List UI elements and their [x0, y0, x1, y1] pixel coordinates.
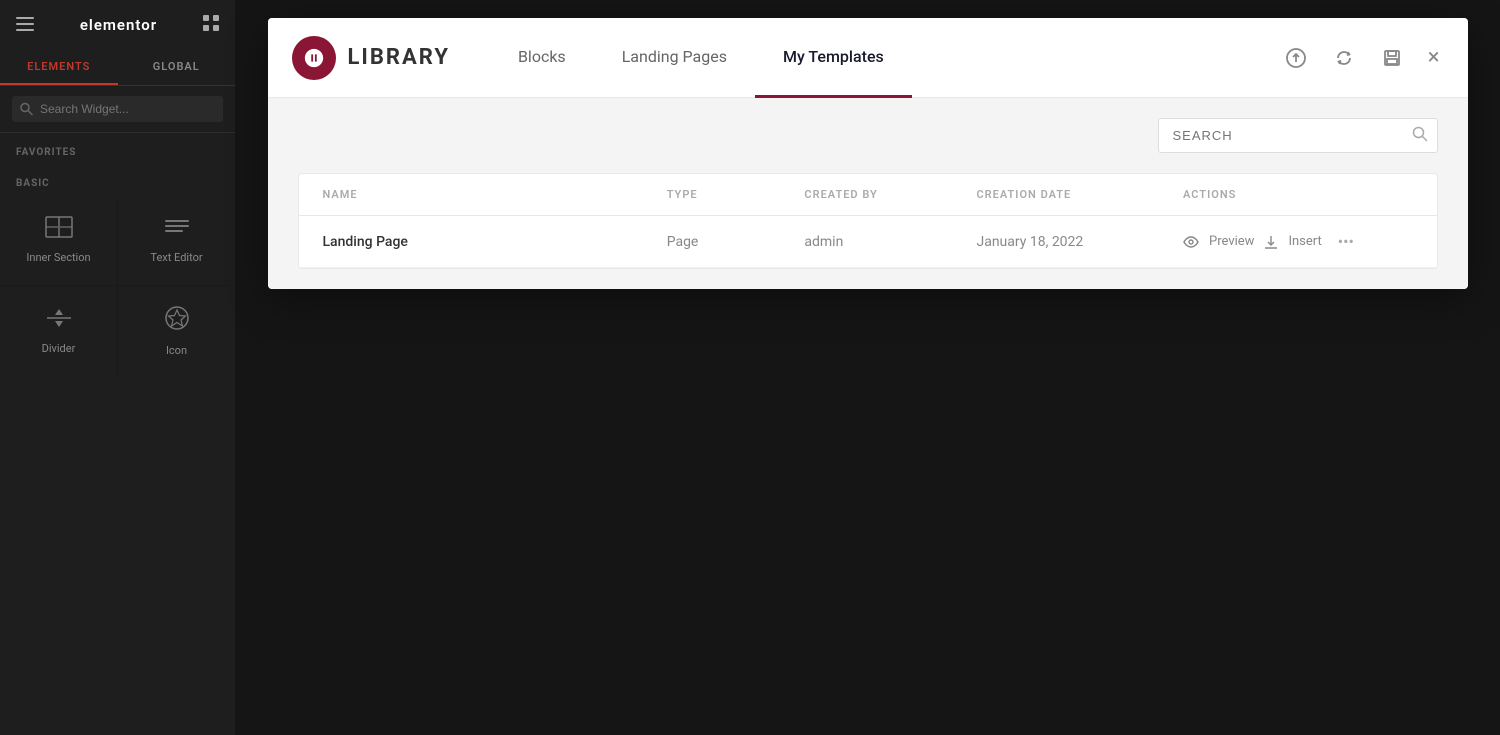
- insert-button[interactable]: Insert: [1288, 234, 1321, 249]
- col-creation-date: CREATION DATE: [976, 188, 1183, 201]
- text-editor-icon: [163, 216, 191, 243]
- modal-body: NAME TYPE CREATED BY CREATION DATE ACTIO…: [268, 98, 1468, 289]
- sidebar: elementor ELEMENTS GLOBAL FAVORITES BASI…: [0, 0, 235, 735]
- preview-icon: [1183, 236, 1199, 248]
- library-logo: LIBRARY: [292, 36, 450, 80]
- search-bar-row: [298, 118, 1438, 153]
- hamburger-icon[interactable]: [16, 15, 34, 36]
- icon-widget-icon: [164, 305, 190, 336]
- basic-label: BASIC: [0, 164, 235, 195]
- icon-label: Icon: [166, 344, 187, 357]
- col-created-by: CREATED BY: [804, 188, 976, 201]
- row-creation-date: January 18, 2022: [976, 234, 1183, 250]
- inner-section-label: Inner Section: [26, 251, 90, 264]
- more-actions-icon[interactable]: •••: [1338, 232, 1354, 251]
- tab-elements[interactable]: ELEMENTS: [0, 50, 118, 85]
- tab-global[interactable]: GLOBAL: [118, 50, 236, 85]
- save-icon[interactable]: [1376, 42, 1408, 74]
- widget-text-editor[interactable]: Text Editor: [118, 195, 235, 285]
- search-bar-icon: [1412, 126, 1428, 146]
- search-widget-section: [0, 86, 235, 133]
- table-header: NAME TYPE CREATED BY CREATION DATE ACTIO…: [299, 174, 1437, 216]
- divider-label: Divider: [42, 342, 76, 355]
- grid-icon[interactable]: [203, 15, 219, 35]
- search-widget-input[interactable]: [12, 96, 223, 122]
- table-row: Landing Page Page admin January 18, 2022…: [299, 216, 1437, 268]
- sync-icon[interactable]: [1328, 42, 1360, 74]
- preview-button[interactable]: Preview: [1209, 234, 1254, 249]
- elementor-logo: elementor: [34, 16, 203, 34]
- templates-table: NAME TYPE CREATED BY CREATION DATE ACTIO…: [298, 173, 1438, 269]
- tab-landing-pages[interactable]: Landing Pages: [594, 18, 755, 98]
- row-type: Page: [667, 234, 805, 250]
- widgets-grid: Inner Section Text Editor: [0, 195, 235, 376]
- col-name: NAME: [323, 188, 667, 201]
- close-icon[interactable]: ×: [1424, 41, 1444, 74]
- sidebar-header: elementor: [0, 0, 235, 50]
- inner-section-icon: [45, 216, 73, 243]
- row-created-by: admin: [804, 234, 976, 250]
- upload-icon[interactable]: [1280, 42, 1312, 74]
- col-type: TYPE: [667, 188, 805, 201]
- row-actions: Preview Insert •••: [1183, 232, 1412, 251]
- insert-icon: [1264, 235, 1278, 249]
- divider-icon: [45, 307, 73, 334]
- tab-blocks[interactable]: Blocks: [490, 18, 594, 98]
- row-name: Landing Page: [323, 234, 667, 250]
- text-editor-label: Text Editor: [150, 251, 202, 264]
- modal-actions: ×: [1280, 41, 1444, 74]
- widget-divider[interactable]: Divider: [0, 286, 117, 376]
- tab-my-templates[interactable]: My Templates: [755, 18, 912, 98]
- sidebar-tabs: ELEMENTS GLOBAL: [0, 50, 235, 86]
- library-logo-circle: [292, 36, 336, 80]
- widget-inner-section[interactable]: Inner Section: [0, 195, 117, 285]
- library-modal: LIBRARY Blocks Landing Pages My Template…: [268, 18, 1468, 289]
- modal-header: LIBRARY Blocks Landing Pages My Template…: [268, 18, 1468, 98]
- modal-tabs: Blocks Landing Pages My Templates: [490, 18, 1280, 98]
- modal-overlay: LIBRARY Blocks Landing Pages My Template…: [235, 0, 1500, 735]
- widget-icon[interactable]: Icon: [118, 286, 235, 376]
- favorites-label: FAVORITES: [0, 133, 235, 164]
- library-title: LIBRARY: [348, 45, 450, 70]
- col-actions: ACTIONS: [1183, 188, 1412, 201]
- search-bar-wrap: [1158, 118, 1438, 153]
- search-bar-input[interactable]: [1158, 118, 1438, 153]
